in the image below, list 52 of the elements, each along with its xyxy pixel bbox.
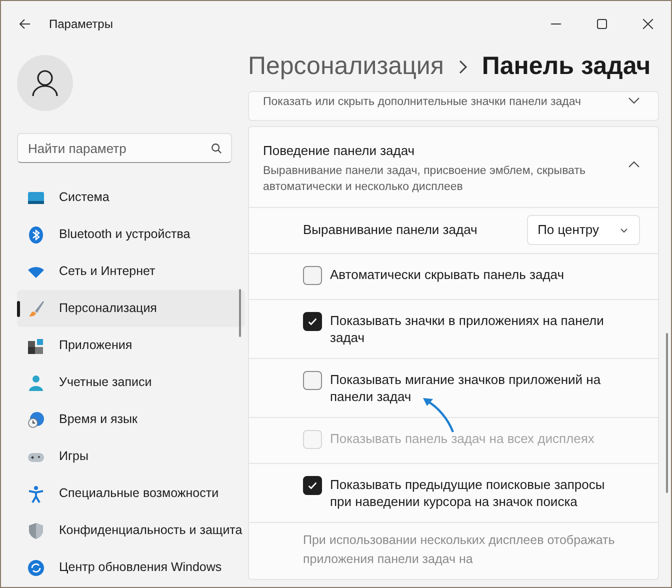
brush-icon bbox=[27, 300, 45, 318]
sync-icon bbox=[27, 558, 45, 576]
sidebar-item[interactable]: Центр обновления Windows bbox=[17, 549, 245, 586]
card-subtitle: Показать или скрыть дополнительные значки панели задач bbox=[263, 95, 582, 110]
close-icon bbox=[643, 19, 653, 29]
row-label: Выравнивание панели задач bbox=[303, 221, 478, 240]
note-text: При использовании нескольких дисплеев отображать приложения панели задач на bbox=[303, 532, 616, 568]
sidebar-item[interactable]: Время и язык bbox=[17, 401, 245, 438]
search-field[interactable]: Найти параметр bbox=[17, 133, 232, 163]
breadcrumb-parent[interactable]: Персонализация bbox=[248, 48, 444, 86]
checkbox[interactable] bbox=[303, 266, 322, 284]
checkbox-label: Показывать значки в приложениях на панели задач bbox=[330, 312, 605, 346]
globe-clock-icon bbox=[27, 410, 45, 428]
sidebar-item[interactable]: Специальные возможности bbox=[17, 475, 245, 512]
sidebar-item[interactable]: Персонализация bbox=[17, 290, 245, 327]
sidebar-item[interactable]: Bluetooth и устройства bbox=[17, 216, 245, 253]
scrollbar-thumb[interactable] bbox=[666, 333, 668, 493]
sidebar-item[interactable]: Сеть и Интернет bbox=[17, 253, 245, 290]
window-title: Параметры bbox=[49, 16, 113, 33]
checkbox[interactable] bbox=[303, 312, 322, 330]
apps-icon bbox=[27, 336, 45, 354]
shield-icon bbox=[27, 522, 45, 540]
alignment-dropdown[interactable]: По центру bbox=[526, 215, 640, 245]
person-icon bbox=[32, 69, 58, 97]
checkbox-label: Показывать мигание значков приложений на панели задач bbox=[330, 370, 602, 404]
back-arrow-icon[interactable] bbox=[19, 18, 31, 30]
sidebar-item[interactable]: Приложения bbox=[17, 327, 245, 364]
selection-indicator bbox=[17, 301, 20, 317]
checkbox[interactable] bbox=[303, 476, 322, 494]
accessibility-icon bbox=[27, 484, 45, 502]
check-icon bbox=[307, 316, 318, 326]
card-header[interactable]: Поведение панели задач Выравнивание панели задач, присвоение эмблем, скрывать автоматически и несколько дисплеев bbox=[249, 127, 658, 206]
card-header[interactable]: Показать или скрыть дополнительные значки панели задач bbox=[249, 92, 658, 120]
checkbox-label: Автоматически скрывать панель задач bbox=[330, 266, 564, 282]
card-subtitle: Выравнивание панели задач, присвоение эмблем, скрывать автоматически и несколько дисплеев bbox=[263, 164, 586, 194]
card-title: Поведение панели задач bbox=[263, 142, 416, 160]
checkbox-label: Показывать панель задач на всех дисплеях bbox=[330, 430, 594, 446]
search-icon bbox=[211, 143, 222, 154]
maximize-icon bbox=[597, 19, 607, 29]
page-title: Панель задач bbox=[482, 51, 651, 82]
sidebar-item[interactable]: Учетные записи bbox=[17, 364, 245, 401]
arrow-drawing bbox=[422, 397, 456, 433]
sidebar-item[interactable]: Система bbox=[17, 179, 245, 216]
sidebar-item[interactable]: Конфиденциальность и защита bbox=[17, 512, 245, 549]
checkbox-label: Показывать предыдущие поисковые запросы при наведении курсора на значок поиска bbox=[330, 476, 606, 510]
chevron-right-icon bbox=[458, 60, 468, 74]
checkbox[interactable] bbox=[303, 370, 322, 390]
bluetooth-icon bbox=[27, 226, 45, 244]
check-icon bbox=[307, 480, 318, 490]
person-icon bbox=[27, 374, 45, 392]
sidebar-item[interactable]: Игры bbox=[17, 438, 245, 475]
scrollbar-thumb[interactable] bbox=[239, 289, 241, 337]
